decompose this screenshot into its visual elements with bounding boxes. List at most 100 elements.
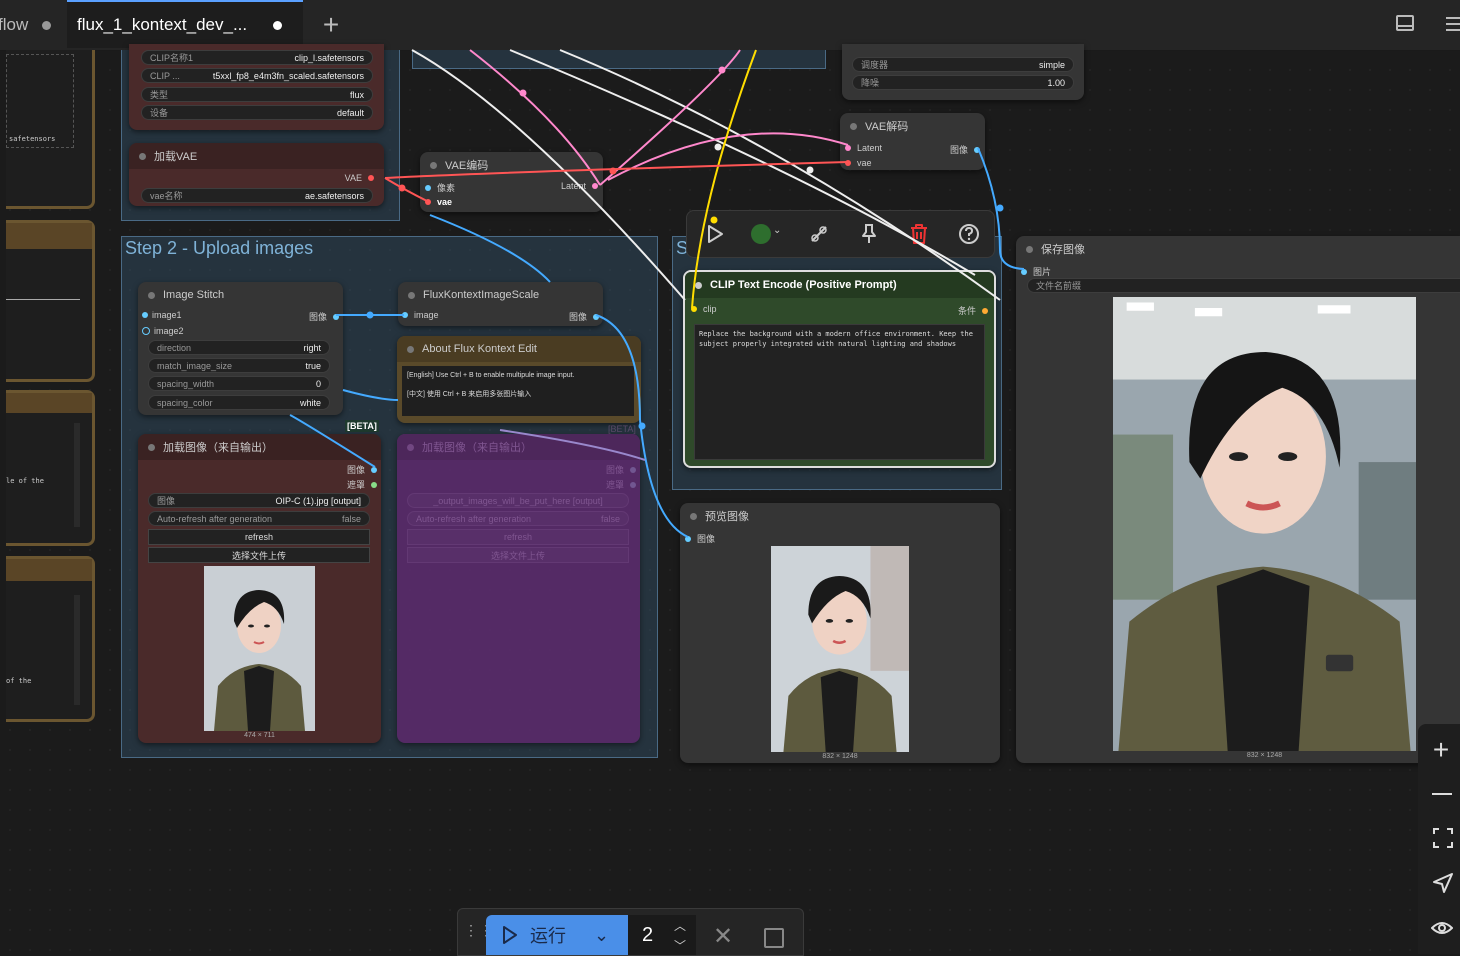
slot-dot-icon[interactable] bbox=[691, 306, 697, 312]
vae-decode-node[interactable]: VAE解码 Latent vae 图像 bbox=[840, 113, 985, 170]
image-output[interactable]: 图像 bbox=[950, 143, 980, 156]
refresh-button[interactable]: refresh bbox=[407, 529, 629, 545]
slot-dot-icon[interactable] bbox=[142, 312, 148, 318]
slot-dot-icon[interactable] bbox=[845, 145, 851, 151]
vae-input[interactable]: vae bbox=[425, 197, 452, 207]
scheduler-node[interactable]: 调度器 simple 降噪 1.00 bbox=[842, 44, 1084, 100]
auto-refresh-toggle[interactable]: Auto-refresh after generation false bbox=[407, 511, 629, 526]
upload-button[interactable]: 选择文件上传 bbox=[148, 547, 370, 563]
about-note-node[interactable]: About Flux Kontext Edit [English] Use Ct… bbox=[397, 336, 641, 423]
latent-input[interactable]: Latent bbox=[845, 143, 882, 153]
upload-button[interactable]: 选择文件上传 bbox=[407, 547, 629, 563]
vae-input[interactable]: vae bbox=[845, 158, 872, 168]
slot-dot-icon[interactable] bbox=[630, 481, 636, 488]
scrollbar[interactable] bbox=[74, 595, 80, 705]
eye-icon[interactable] bbox=[1430, 920, 1454, 936]
conditioning-output[interactable]: 条件 bbox=[958, 304, 988, 317]
spacing-color-widget[interactable]: spacing_color white bbox=[148, 395, 330, 410]
latent-output[interactable]: Latent bbox=[561, 181, 598, 191]
filename-prefix-widget[interactable]: 文件名前缀 bbox=[1027, 278, 1460, 293]
scrollbar[interactable] bbox=[74, 423, 80, 527]
menu-icon[interactable] bbox=[1446, 17, 1460, 31]
load-vae-node[interactable]: 加载VAE VAE vae名称 ae.safetensors bbox=[129, 143, 384, 206]
clip-loader-node[interactable]: CLIP名称1 clip_l.safetensors CLIP ... t5xxl_… bbox=[129, 44, 384, 130]
slot-dot-icon[interactable] bbox=[425, 199, 431, 205]
slot-dot-icon[interactable] bbox=[592, 183, 598, 189]
chevron-down-icon[interactable]: ﹀ bbox=[674, 937, 686, 954]
image-output[interactable]: 图像 bbox=[569, 310, 599, 323]
clip-name2-widget[interactable]: CLIP ... t5xxl_fp8_e4m3fn_scaled.safetens… bbox=[141, 68, 373, 83]
slot-dot-icon[interactable] bbox=[142, 327, 150, 335]
clip-input[interactable]: clip bbox=[691, 304, 717, 314]
slot-dot-icon[interactable] bbox=[845, 160, 851, 166]
slot-dot-icon[interactable] bbox=[685, 535, 691, 542]
trash-icon[interactable] bbox=[905, 221, 933, 247]
slot-dot-icon[interactable] bbox=[333, 313, 339, 320]
image-output[interactable]: 图像 bbox=[606, 463, 636, 476]
pin-icon[interactable] bbox=[855, 221, 883, 247]
play-icon[interactable] bbox=[701, 221, 729, 247]
image-input[interactable]: 图像 bbox=[685, 532, 715, 545]
image-select-widget[interactable]: _output_images_will_be_put_here [output] bbox=[407, 493, 629, 508]
cancel-icon[interactable]: ✕ bbox=[708, 921, 738, 951]
run-button[interactable]: 运行 ⌄ bbox=[486, 915, 628, 955]
save-image-node[interactable]: 保存图像 图片 文件名前缀 832 × 1248 bbox=[1016, 236, 1460, 763]
load-image-node-bypassed[interactable]: 加载图像（来自输出） 图像 遮罩 _output_images_will_be_… bbox=[397, 434, 640, 743]
scheduler-widget[interactable]: 调度器 simple bbox=[852, 57, 1074, 72]
chevron-down-icon[interactable]: ⌄ bbox=[594, 925, 609, 946]
auto-refresh-toggle[interactable]: Auto-refresh after generation false bbox=[148, 511, 370, 526]
mask-output[interactable]: 遮罩 bbox=[606, 478, 636, 491]
vae-name-widget[interactable]: vae名称 ae.safetensors bbox=[141, 188, 373, 203]
tab-flux-kontext[interactable]: flux_1_kontext_dev_... bbox=[67, 0, 303, 48]
clip-text-encode-node[interactable]: CLIP Text Encode (Positive Prompt) clip … bbox=[683, 270, 996, 468]
mask-output[interactable]: 遮罩 bbox=[347, 478, 377, 491]
image-select-widget[interactable]: 图像 OIP-C (1).jpg [output] bbox=[148, 493, 370, 508]
prompt-textarea[interactable]: Replace the background with a modern off… bbox=[694, 324, 985, 460]
chevron-up-icon[interactable]: ︿ bbox=[674, 917, 686, 934]
new-tab-icon[interactable]: + bbox=[316, 9, 346, 40]
slot-dot-icon[interactable] bbox=[402, 312, 408, 318]
tab-workflow[interactable]: flow bbox=[0, 0, 66, 50]
refresh-button[interactable]: refresh bbox=[148, 529, 370, 545]
fit-icon[interactable] bbox=[1433, 828, 1453, 848]
bypass-icon[interactable] bbox=[805, 221, 833, 247]
panel-toggle-icon[interactable] bbox=[1396, 15, 1414, 31]
clip-type-widget[interactable]: 类型 flux bbox=[141, 87, 373, 102]
slot-dot-icon[interactable] bbox=[371, 466, 377, 473]
direction-widget[interactable]: direction right bbox=[148, 340, 330, 355]
match-size-toggle[interactable]: match_image_size true bbox=[148, 358, 330, 373]
vae-output[interactable]: VAE bbox=[345, 173, 374, 183]
image2-input[interactable]: image2 bbox=[142, 326, 184, 336]
zoom-out-icon[interactable] bbox=[1432, 793, 1452, 795]
pixels-input[interactable]: 像素 bbox=[425, 181, 455, 194]
chevron-down-icon[interactable]: ⌄ bbox=[773, 225, 781, 236]
preview-image-node[interactable]: 预览图像 图像 832 × 1248 bbox=[680, 503, 1000, 763]
clip-name1-widget[interactable]: CLIP名称1 clip_l.safetensors bbox=[141, 50, 373, 65]
color-dot-icon[interactable] bbox=[751, 224, 771, 244]
stop-icon[interactable] bbox=[764, 928, 784, 948]
slot-dot-icon[interactable] bbox=[1021, 268, 1027, 275]
send-icon[interactable] bbox=[1432, 872, 1454, 894]
slot-dot-icon[interactable] bbox=[974, 146, 980, 153]
spacing-width-widget[interactable]: spacing_width 0 bbox=[148, 376, 330, 391]
image1-input[interactable]: image1 bbox=[142, 310, 182, 320]
note-textarea[interactable]: [English] Use Ctrl + B to enable multipu… bbox=[402, 366, 634, 416]
batch-count-input[interactable]: 2 ︿ ﹀ bbox=[628, 915, 696, 955]
slot-dot-icon[interactable] bbox=[630, 466, 636, 473]
slot-dot-icon[interactable] bbox=[982, 307, 988, 314]
image-output[interactable]: 图像 bbox=[347, 463, 377, 476]
clip-device-widget[interactable]: 设备 default bbox=[141, 105, 373, 120]
zoom-in-icon[interactable]: + bbox=[1418, 732, 1460, 768]
image-input[interactable]: 图片 bbox=[1021, 265, 1051, 278]
slot-dot-icon[interactable] bbox=[368, 175, 374, 181]
vae-encode-node[interactable]: VAE编码 像素 vae Latent bbox=[420, 152, 603, 212]
slot-dot-icon[interactable] bbox=[593, 313, 599, 320]
flux-scale-node[interactable]: FluxKontextImageScale image 图像 bbox=[398, 282, 603, 326]
image-output[interactable]: 图像 bbox=[309, 310, 339, 323]
help-icon[interactable] bbox=[955, 221, 983, 247]
slot-dot-icon[interactable] bbox=[425, 184, 431, 191]
load-image-node[interactable]: 加载图像（来自输出） 图像 遮罩 图像 OIP-C (1).jpg [output… bbox=[138, 434, 381, 743]
slot-dot-icon[interactable] bbox=[371, 481, 377, 488]
image-input[interactable]: image bbox=[402, 310, 439, 320]
image-stitch-node[interactable]: Image Stitch image1 image2 图像 direction r… bbox=[138, 282, 343, 415]
